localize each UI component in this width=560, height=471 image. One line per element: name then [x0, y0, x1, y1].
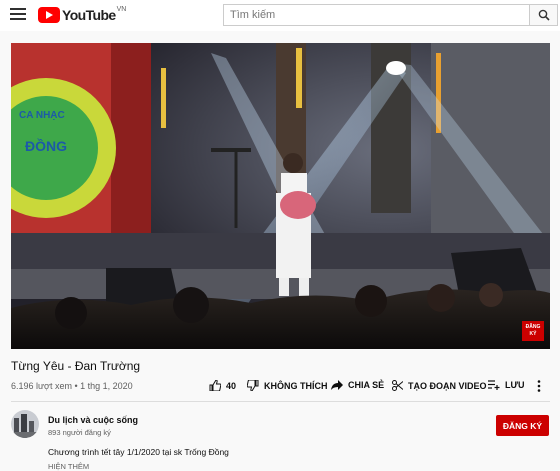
video-title: Từng Yêu - Đan Trường [11, 359, 141, 373]
video-frame: CA NHẠC ĐỒNG [11, 43, 550, 349]
youtube-play-icon [38, 7, 60, 23]
show-more-button[interactable]: HIỆN THÊM [48, 462, 89, 471]
top-bar: YouTube VN [0, 0, 560, 31]
action-bar: 40 KHÔNG THÍCH CHIA SẺ TẠO ĐOẠN VIDEO LƯ… [0, 380, 560, 394]
logo-country: VN [116, 5, 127, 13]
thumbs-down-icon [247, 380, 259, 391]
channel-avatar[interactable] [11, 410, 39, 438]
subscribe-watermark[interactable]: ĐĂNG KÝ [522, 321, 544, 341]
share-icon [331, 380, 343, 390]
search-icon [538, 9, 550, 21]
more-vert-icon [537, 380, 541, 392]
share-label: CHIA SẺ [348, 380, 385, 390]
playlist-add-icon [488, 380, 500, 390]
clip-label: TẠO ĐOẠN VIDEO [408, 380, 487, 391]
clip-button[interactable]: TẠO ĐOẠN VIDEO [392, 380, 487, 391]
youtube-logo[interactable]: YouTube VN [38, 5, 127, 23]
video-description: Chương trình tết tây 1/1/2020 tại sk Trố… [48, 447, 229, 457]
scissors-icon [392, 380, 403, 391]
search-box [223, 4, 530, 26]
watermark-line-2: KÝ [529, 331, 537, 337]
stage-sign-text-1: CA NHẠC [19, 110, 65, 121]
dislike-button[interactable]: KHÔNG THÍCH [247, 380, 328, 391]
logo-text: YouTube [62, 7, 116, 23]
like-button[interactable]: 40 [209, 380, 236, 391]
dislike-label: KHÔNG THÍCH [264, 380, 328, 391]
search-input[interactable] [224, 5, 529, 25]
subscribe-button[interactable]: ĐĂNG KÝ [496, 415, 549, 436]
save-label: LƯU [505, 380, 525, 390]
avatar-image [11, 410, 39, 438]
thumbs-up-icon [209, 380, 221, 391]
menu-icon[interactable] [10, 8, 26, 22]
channel-name[interactable]: Du lịch và cuộc sống [48, 415, 138, 425]
save-button[interactable]: LƯU [488, 380, 524, 390]
like-count: 40 [226, 380, 237, 391]
stage-sign-text-2: ĐỒNG [25, 137, 67, 154]
more-actions-button[interactable] [537, 380, 546, 392]
divider [11, 401, 550, 402]
subscriber-count: 893 người đăng ký [48, 428, 111, 437]
share-button[interactable]: CHIA SẺ [331, 380, 384, 390]
watermark-line-1: ĐĂNG [525, 324, 541, 330]
video-player[interactable]: CA NHẠC ĐỒNG ĐĂNG KÝ [11, 43, 550, 349]
search-button[interactable] [530, 4, 558, 26]
